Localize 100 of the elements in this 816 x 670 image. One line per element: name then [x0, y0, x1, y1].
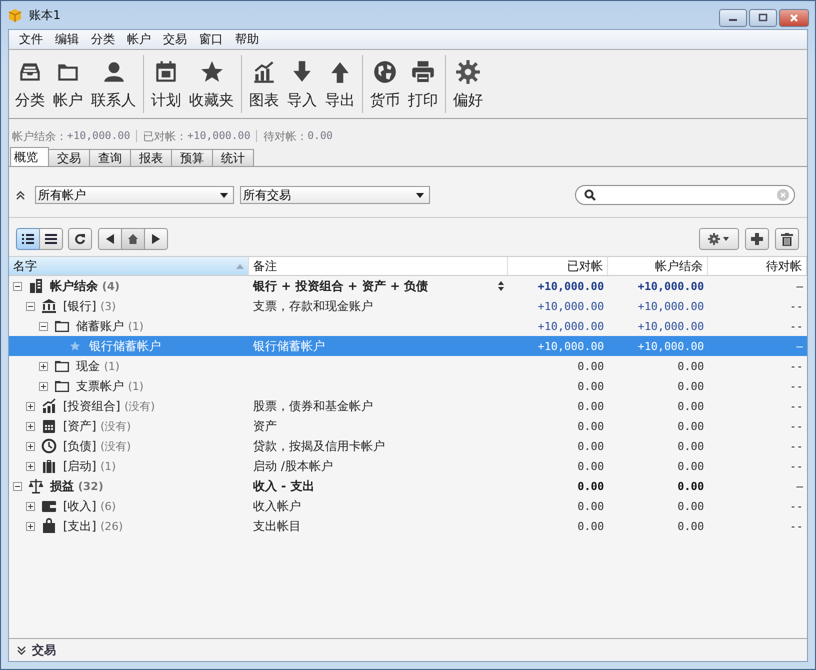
folder-icon — [54, 318, 70, 334]
account-count: (1) — [128, 380, 144, 392]
column-header[interactable]: 已对帐 — [508, 257, 608, 275]
forward-icon — [152, 234, 160, 244]
account-count: (3) — [100, 300, 116, 312]
collapse-icon[interactable] — [16, 190, 25, 200]
refresh-button[interactable] — [68, 228, 92, 250]
account-note: 支票，存款和现金账户 — [253, 298, 373, 314]
expander-icon[interactable] — [26, 502, 35, 510]
search-icon — [584, 189, 596, 201]
toolbar-button[interactable]: 打印 — [404, 56, 442, 112]
table-row[interactable]: [银行] (3) 支票，存款和现金账户 +10,000.00 +10,000.00 -- — [9, 296, 807, 316]
column-header[interactable]: 待对帐 — [708, 257, 807, 275]
account-count: (26) — [100, 520, 123, 532]
expander-icon[interactable] — [26, 462, 35, 470]
tab[interactable]: 预算 — [171, 149, 213, 166]
account-count: (没有) — [124, 398, 155, 414]
close-button[interactable] — [779, 9, 809, 27]
tab[interactable]: 查询 — [89, 149, 131, 166]
table-row[interactable]: 储蓄账户 (1) +10,000.00 +10,000.00 -- — [9, 316, 807, 336]
minimize-button[interactable] — [719, 9, 747, 27]
gear-caret-icon — [708, 233, 730, 245]
list-icon — [45, 234, 57, 244]
expander-icon[interactable] — [26, 302, 35, 310]
balance-amount: +10,000.00 — [638, 340, 704, 352]
expander-icon[interactable] — [39, 382, 48, 390]
toolbar-button[interactable]: 帐户 — [49, 56, 87, 112]
table-row[interactable]: 损益 (32) 收入 - 支出 0.00 0.00 — — [9, 476, 807, 496]
account-note: 收入 - 支出 — [253, 478, 314, 494]
star-icon — [198, 58, 224, 84]
column-header[interactable]: 名字 — [9, 257, 249, 275]
close-icon — [789, 13, 799, 23]
toolbar-button[interactable]: 导入 — [283, 56, 321, 112]
cleared-amount: 0.00 — [578, 480, 604, 492]
list-view-button[interactable] — [39, 228, 63, 250]
expander-icon[interactable] — [13, 482, 22, 490]
expander-icon[interactable] — [26, 422, 35, 430]
column-header[interactable]: 备注 — [249, 257, 508, 275]
account-count: (1) — [128, 320, 144, 332]
expander-icon[interactable] — [39, 362, 48, 370]
table-row[interactable]: [启动] (1) 启动 /股本帐户 0.00 0.00 -- — [9, 456, 807, 476]
tab[interactable]: 交易 — [48, 149, 90, 166]
search-field[interactable] — [575, 185, 795, 205]
tab[interactable]: 统计 — [212, 149, 254, 166]
menu-item[interactable]: 交易 — [157, 31, 193, 48]
menu-item[interactable]: 编辑 — [49, 31, 85, 48]
expander-icon[interactable] — [39, 322, 48, 330]
menu-item[interactable]: 窗口 — [193, 31, 229, 48]
menu-item[interactable]: 帮助 — [229, 31, 265, 48]
menu-item[interactable]: 帐户 — [121, 31, 157, 48]
stepper-icon[interactable] — [498, 281, 504, 291]
table-row[interactable]: 现金 (1) 0.00 0.00 -- — [9, 356, 807, 376]
cleared-amount: +10,000.00 — [538, 340, 604, 352]
home-button[interactable] — [121, 228, 145, 250]
table-row[interactable]: [投资组合] (没有) 股票，债券和基金帐户 0.00 0.00 -- — [9, 396, 807, 416]
tab[interactable]: 概览 — [10, 147, 49, 166]
add-button[interactable] — [745, 228, 769, 250]
pending-amount: — — [796, 480, 803, 492]
balance-amount: 0.00 — [678, 360, 704, 372]
balance-amount: 0.00 — [678, 440, 704, 452]
toolbar-button[interactable]: 收藏夹 — [185, 56, 238, 112]
toolbar-button[interactable]: 货币 — [366, 56, 404, 112]
toolbar-button[interactable]: 计划 — [147, 56, 185, 112]
table-row[interactable]: [支出] (26) 支出帐目 0.00 0.00 -- — [9, 516, 807, 536]
table-row[interactable]: 支票帐户 (1) 0.00 0.00 -- — [9, 376, 807, 396]
toolbar-button[interactable]: 偏好 — [449, 56, 487, 112]
pending-amount: -- — [790, 400, 803, 412]
tab[interactable]: 报表 — [130, 149, 172, 166]
window-title: 账本1 — [29, 6, 61, 24]
toolbar-button[interactable]: 联系人 — [87, 56, 140, 112]
tree-view-button[interactable] — [16, 228, 40, 250]
balance-amount: 0.00 — [678, 400, 704, 412]
app-icon — [7, 7, 23, 23]
toolbar-button[interactable]: 图表 — [245, 56, 283, 112]
expander-icon[interactable] — [26, 442, 35, 450]
menu-item[interactable]: 文件 — [13, 31, 49, 48]
delete-button[interactable] — [775, 228, 799, 250]
toolbar-button[interactable]: 分类 — [11, 56, 49, 112]
table-row[interactable]: [资产] (没有) 资产 0.00 0.00 -- — [9, 416, 807, 436]
toolbar-button[interactable]: 导出 — [321, 56, 359, 112]
table-row[interactable]: [负债] (没有) 贷款，按揭及信用卡帐户 0.00 0.00 -- — [9, 436, 807, 456]
expand-icon[interactable] — [17, 646, 26, 654]
back-button[interactable] — [98, 228, 122, 250]
menu-item[interactable]: 分类 — [85, 31, 121, 48]
expander-icon[interactable] — [13, 282, 22, 290]
expander-icon[interactable] — [26, 522, 35, 530]
gear-icon — [455, 58, 481, 84]
account-dropdown[interactable]: 所有帐户 — [35, 186, 234, 204]
expander-icon[interactable] — [26, 402, 35, 410]
settings-button[interactable] — [699, 228, 739, 250]
account-note: 收入帐户 — [253, 498, 301, 514]
account-count: (6) — [100, 500, 116, 512]
transaction-dropdown[interactable]: 所有交易 — [240, 186, 430, 204]
table-row[interactable]: 帐户结余 (4) 银行 + 投资组合 + 资产 + 负债 +10,000.00 +10,000.00 — — [9, 276, 807, 296]
back-icon — [106, 234, 114, 244]
maximize-button[interactable] — [749, 9, 777, 27]
forward-button[interactable] — [144, 228, 168, 250]
column-header[interactable]: 帐户结余 — [608, 257, 708, 275]
table-row[interactable]: [收入] (6) 收入帐户 0.00 0.00 -- — [9, 496, 807, 516]
account-name: [负债] — [63, 438, 96, 454]
